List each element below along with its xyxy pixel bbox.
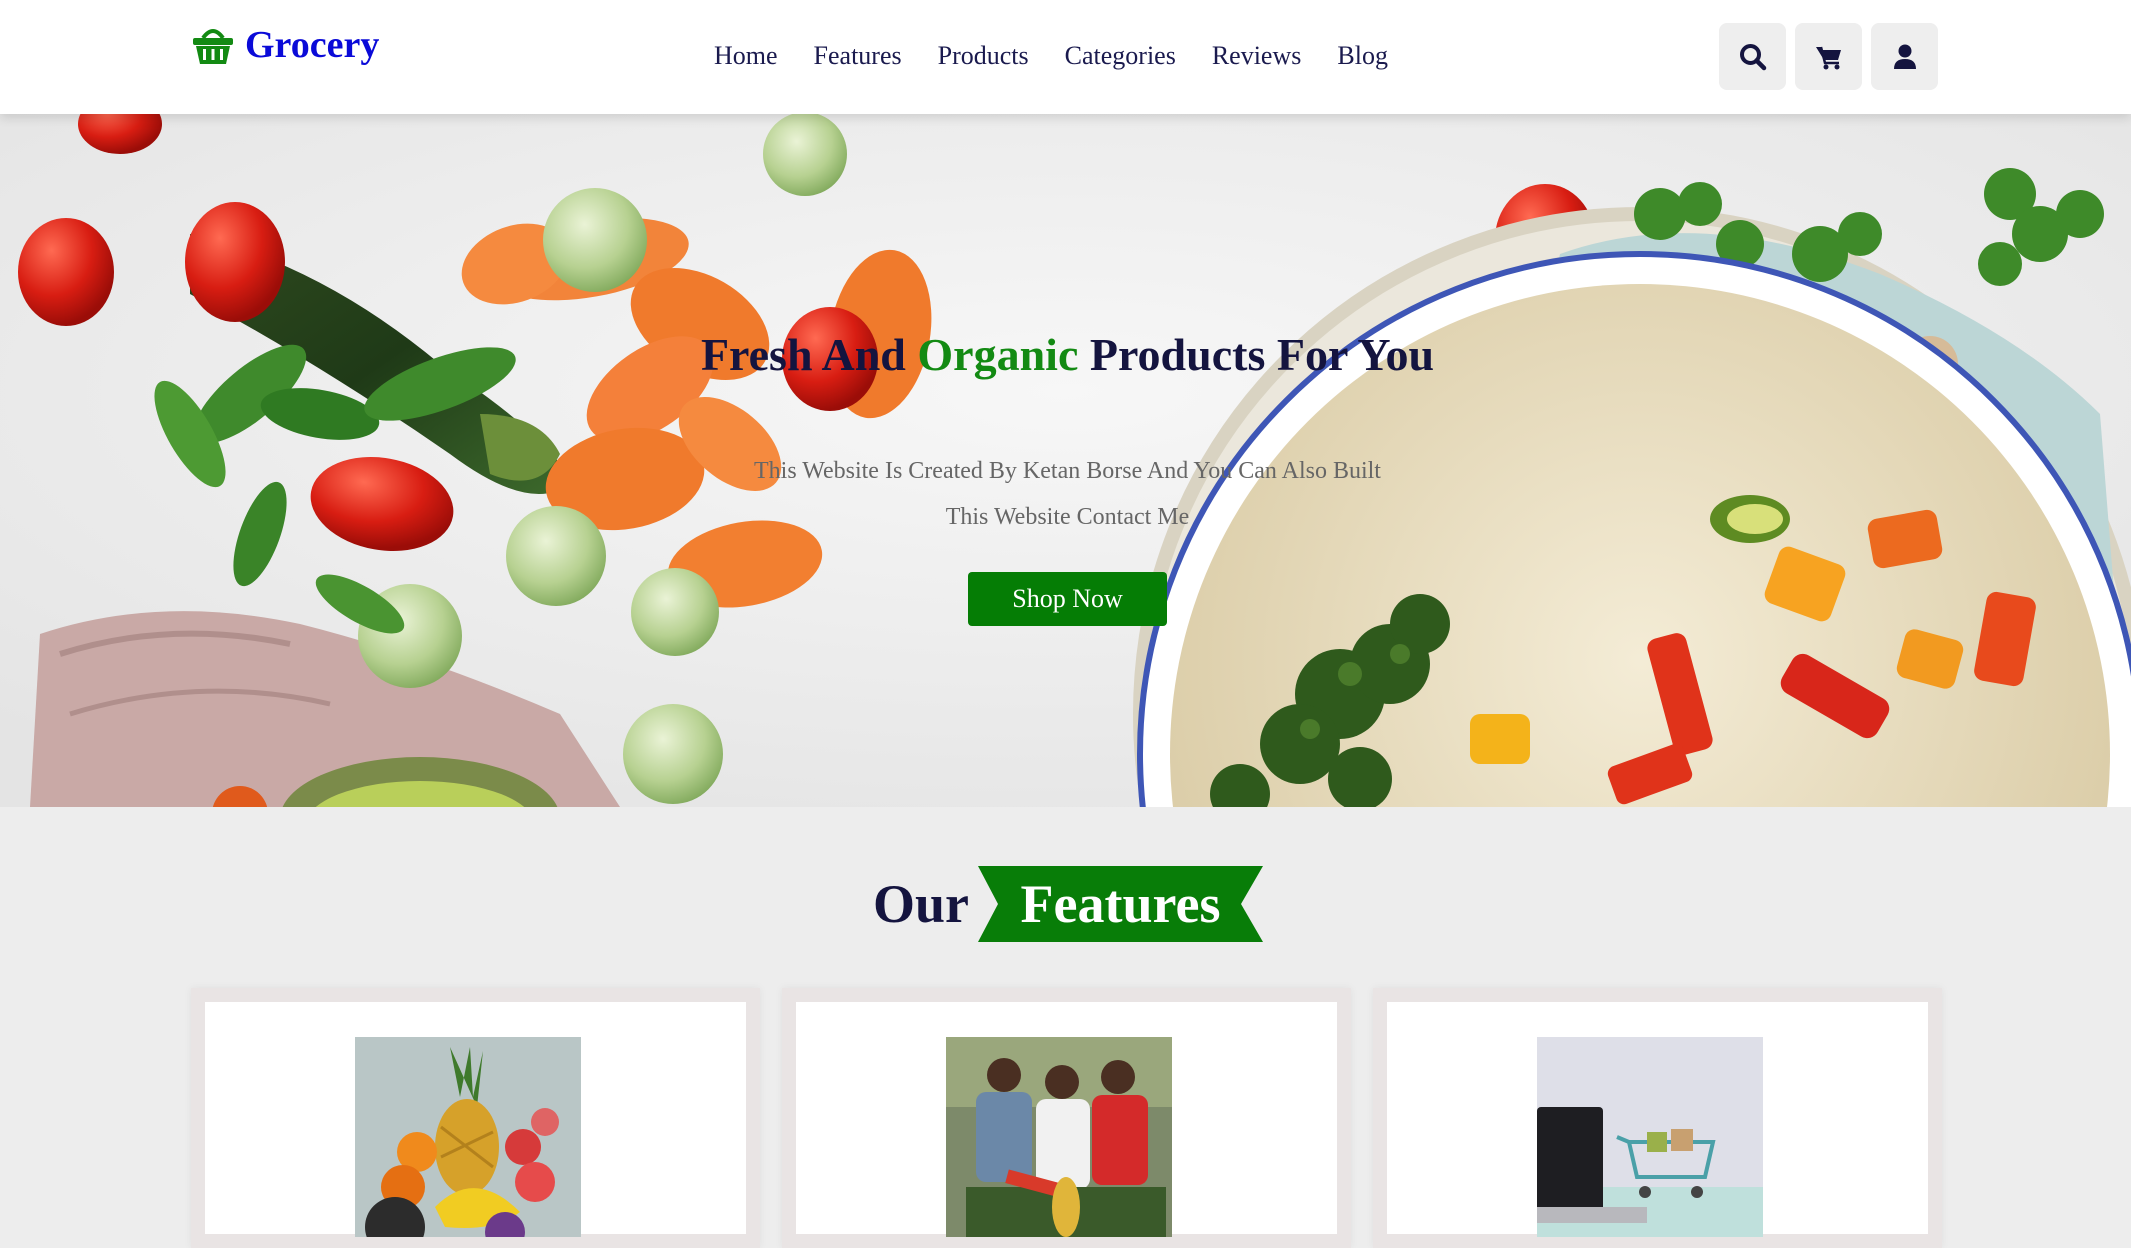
hero-title: Fresh And Organic Products For You [700,328,1435,381]
logo-link[interactable]: Grocery [191,20,379,70]
shopping-basket-icon [193,29,233,64]
main-nav: Home Features Products Categories Review… [714,38,1388,74]
hero-title-accent: Organic [917,329,1079,380]
nav-features[interactable]: Features [814,38,902,74]
shop-now-button[interactable]: Shop Now [968,572,1167,626]
search-icon [1739,43,1766,70]
hero-description: This Website Is Created By Ketan Borse A… [754,458,1381,530]
features-heading: Our Features [0,866,2131,942]
cart-button[interactable] [1795,23,1862,90]
features-heading-plain: Our [873,874,970,934]
logo-text: Grocery [245,24,380,66]
site-header: Grocery Home Features Products Categorie… [0,0,2131,114]
header-actions [1719,23,1938,90]
feature-card [191,988,760,1248]
hero-title-part: Fresh And [700,329,918,380]
feature-card [1373,988,1942,1248]
nav-reviews[interactable]: Reviews [1212,38,1302,74]
nav-categories[interactable]: Categories [1065,38,1176,74]
search-button[interactable] [1719,23,1786,90]
user-button[interactable] [1871,23,1938,90]
features-heading-highlight: Features [1020,874,1221,934]
hero-section: Fresh And Organic Products For You This … [0,114,2131,807]
cart-icon [1815,46,1841,69]
user-icon [1893,44,1916,69]
fruit-basket-image [355,1037,581,1237]
feature-card [782,988,1351,1248]
nav-blog[interactable]: Blog [1337,38,1388,74]
hero-title-part: Products For You [1078,329,1435,380]
nav-home[interactable]: Home [714,38,778,74]
delivery-team-image [946,1037,1172,1237]
laptop-shopping-cart-image [1537,1037,1763,1237]
nav-products[interactable]: Products [938,38,1029,74]
